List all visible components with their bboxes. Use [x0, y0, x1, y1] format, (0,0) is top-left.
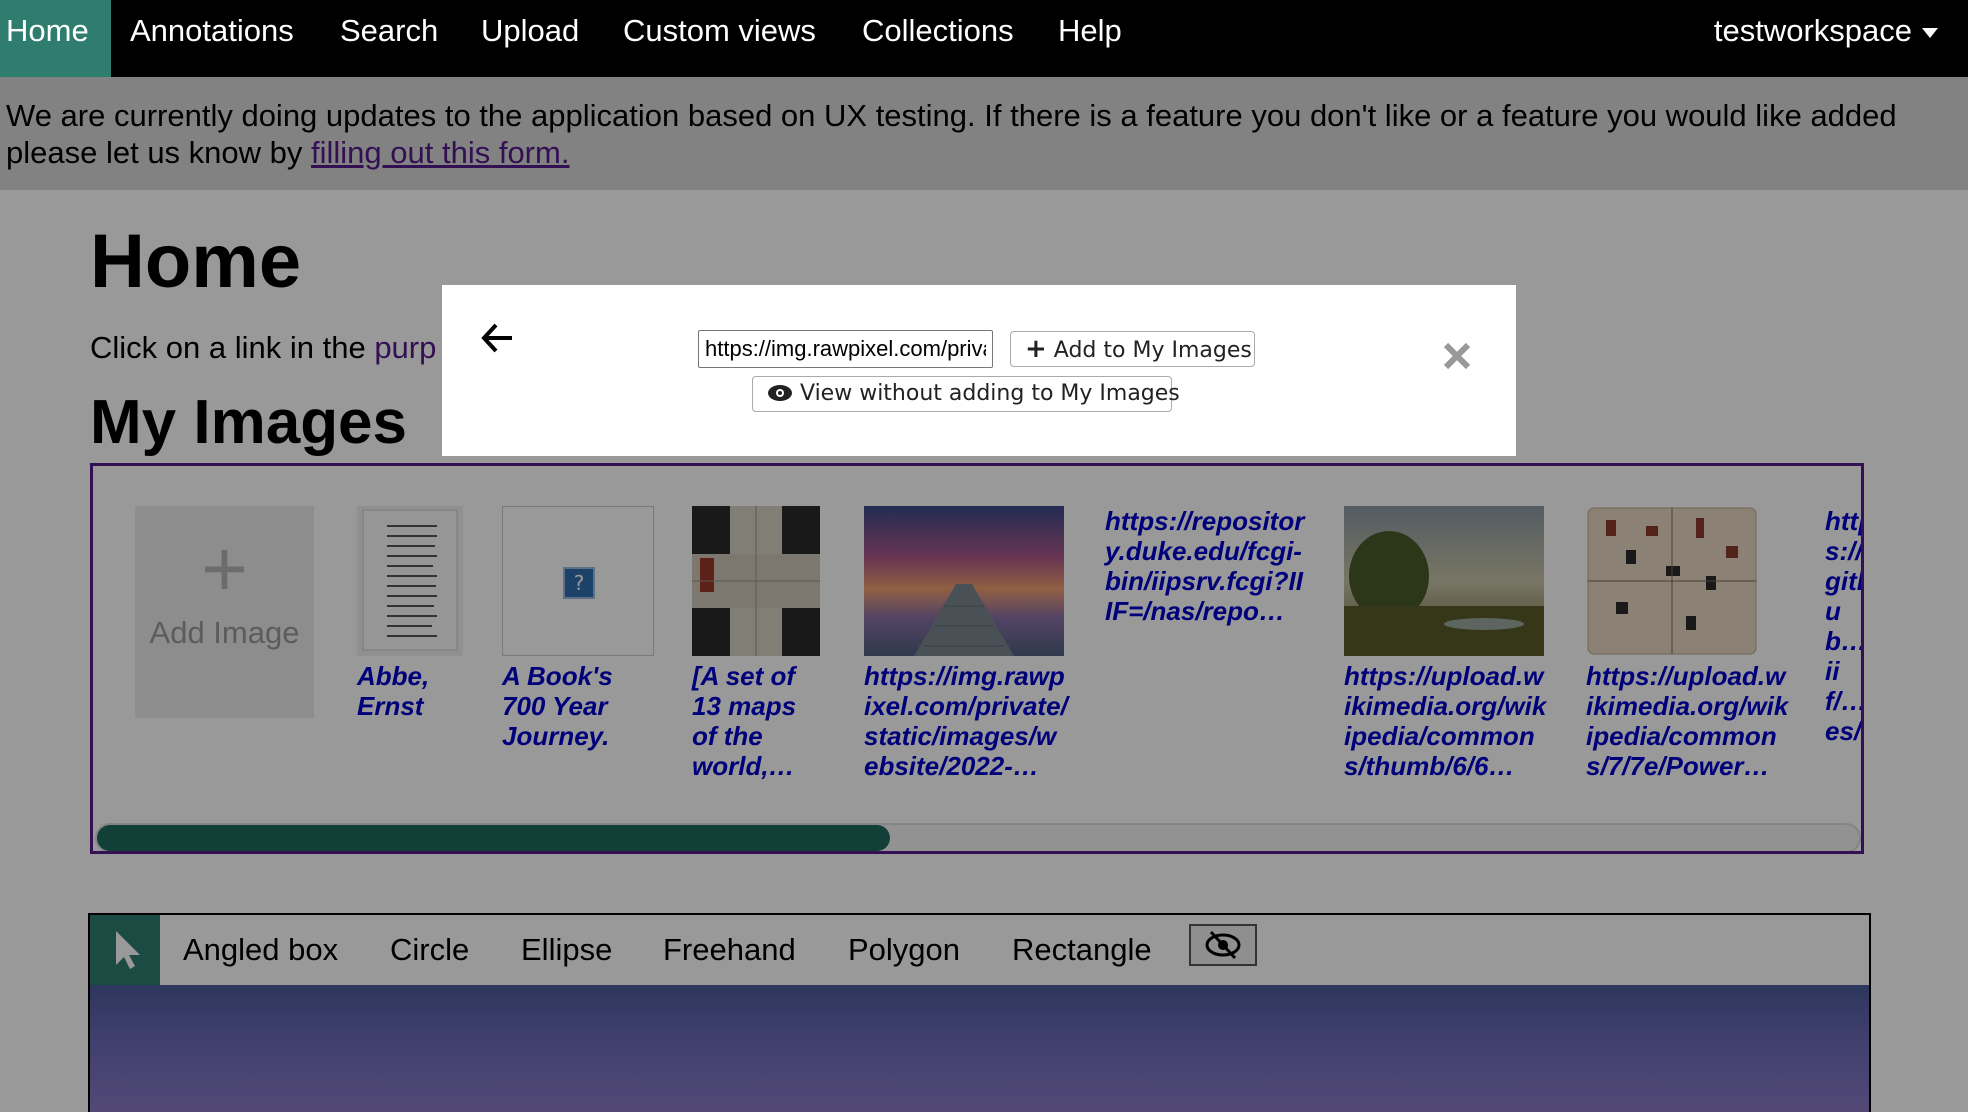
close-dialog-button[interactable] — [1442, 341, 1472, 376]
view-without-adding-button[interactable]: View without adding to My Images — [752, 376, 1180, 412]
add-to-my-images-button[interactable]: + Add to My Images — [1010, 331, 1255, 367]
add-image-dialog: + Add to My Images View without adding t… — [441, 284, 1517, 457]
modal-overlay[interactable] — [0, 77, 1968, 1112]
image-url-input[interactable] — [698, 330, 993, 368]
nav-home[interactable]: Home — [0, 0, 111, 77]
add-button-label: Add to My Images — [1053, 338, 1252, 363]
view-button-label: View without adding to My Images — [800, 381, 1180, 406]
nav-custom-views[interactable]: Custom views — [623, 0, 816, 62]
nav-collections[interactable]: Collections — [862, 0, 1014, 62]
nav-help[interactable]: Help — [1058, 0, 1122, 62]
workspace-name: testworkspace — [1713, 13, 1912, 48]
back-button[interactable] — [480, 321, 514, 360]
workspace-menu[interactable]: testworkspace — [1714, 0, 1938, 62]
arrow-left-icon — [481, 323, 512, 353]
close-icon — [1443, 342, 1471, 370]
nav-upload[interactable]: Upload — [481, 0, 579, 62]
caret-down-icon — [1922, 27, 1938, 38]
plus-icon: + — [1025, 334, 1047, 364]
top-nav: Home Annotations Search Upload Custom vi… — [0, 0, 1968, 77]
nav-annotations[interactable]: Annotations — [130, 0, 294, 62]
nav-search[interactable]: Search — [340, 0, 438, 62]
eye-icon — [768, 385, 792, 401]
